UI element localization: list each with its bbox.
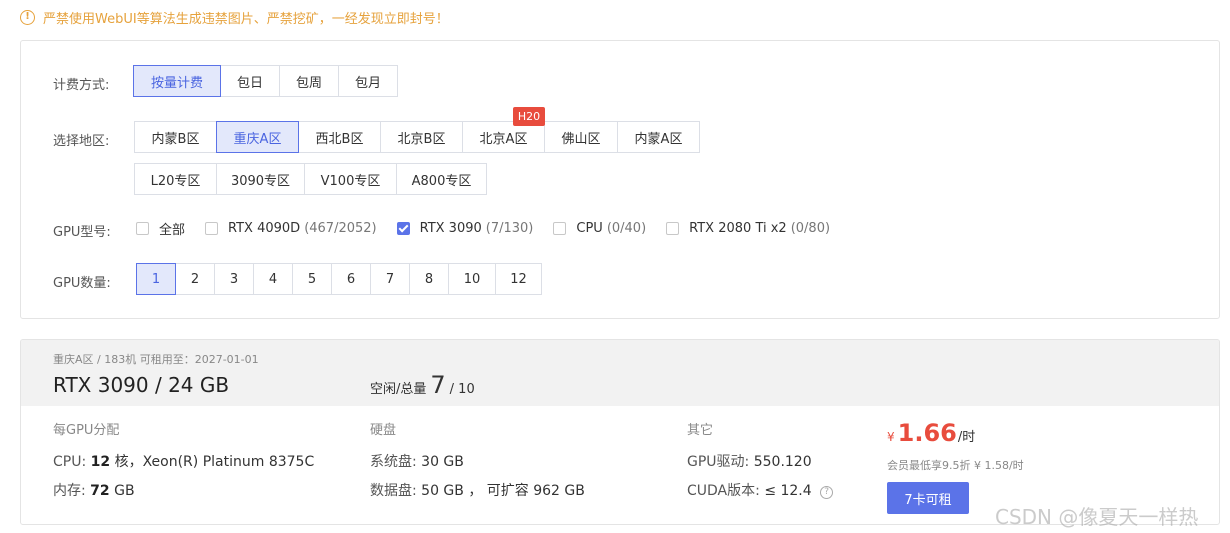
- memory-value: 72: [90, 483, 110, 499]
- gpu-count-option[interactable]: 12: [495, 263, 542, 295]
- warning-text: 严禁使用WebUI等算法生成违禁图片、严禁挖矿，一经发现立即封号！: [43, 11, 449, 27]
- other-heading: 其它: [687, 423, 714, 438]
- memory-unit: GB: [114, 483, 135, 499]
- gpu-driver-label: GPU驱动:: [687, 454, 750, 470]
- gpu-model-name: RTX 2080 Ti x2: [689, 221, 787, 236]
- gpu-model-options: 全部 RTX 4090D (467/2052) RTX 3090 (7/130)…: [136, 219, 850, 238]
- gpu-count-option-selected[interactable]: 1: [136, 263, 176, 295]
- region-option[interactable]: 内蒙A区: [617, 121, 700, 153]
- warning-banner: ! 严禁使用WebUI等算法生成违禁图片、严禁挖矿，一经发现立即封号！: [20, 7, 449, 27]
- cpu-spec: CPU: 12 核，Xeon(R) Platinum 8375C: [53, 451, 314, 471]
- cpu-label: CPU:: [53, 454, 87, 470]
- region-option[interactable]: 佛山区: [544, 121, 618, 153]
- cuda-value: ≤ 12.4: [764, 483, 812, 499]
- system-disk-label: 系统盘:: [370, 454, 417, 470]
- price-unit: /时: [957, 430, 976, 445]
- watermark: CSDN @像夏天一样热: [995, 505, 1199, 529]
- machine-sub-info: 重庆A区 / 183机 可租用至：2027-01-01: [53, 353, 259, 366]
- data-disk-value: 50 GB ， 可扩容 962 GB: [421, 483, 585, 499]
- gpu-model-count: (0/40): [606, 221, 647, 236]
- region-option[interactable]: 西北B区: [298, 121, 381, 153]
- gpu-model-option-cpu[interactable]: CPU (0/40): [553, 221, 646, 236]
- gpu-count-options: 1 2 3 4 5 6 7 8 10 12: [136, 263, 542, 295]
- gpu-model-option-rtx3090[interactable]: RTX 3090 (7/130): [396, 221, 534, 236]
- help-icon[interactable]: ?: [820, 485, 834, 499]
- billing-option-monthly[interactable]: 包月: [338, 65, 398, 97]
- gpu-model-label: GPU型号:: [53, 225, 111, 240]
- h20-badge: H20: [513, 107, 545, 126]
- idle-total: 空闲/总量 7 / 10: [370, 371, 475, 399]
- region-options-row1: 内蒙B区 重庆A区 西北B区 北京B区 北京A区 佛山区 内蒙A区: [134, 121, 700, 153]
- gpu-count-option[interactable]: 3: [214, 263, 254, 295]
- rent-button[interactable]: 7卡可租: [887, 482, 969, 514]
- gpu-model-count: (467/2052): [304, 221, 377, 236]
- total-count: / 10: [449, 382, 475, 397]
- gpu-count-label: GPU数量:: [53, 276, 111, 291]
- cuda-spec: CUDA版本: ≤ 12.4 ?: [687, 480, 834, 500]
- billing-label: 计费方式:: [53, 78, 110, 93]
- region-option[interactable]: A800专区: [396, 163, 487, 195]
- checkbox[interactable]: [553, 222, 567, 235]
- gpu-count-option[interactable]: 7: [370, 263, 410, 295]
- region-options-row2: L20专区 3090专区 V100专区 A800专区: [134, 163, 487, 195]
- gpu-model-name: RTX 4090D: [228, 221, 301, 236]
- billing-option-weekly[interactable]: 包周: [279, 65, 339, 97]
- region-label: 选择地区:: [53, 134, 110, 149]
- memory-label: 内存:: [53, 483, 86, 499]
- system-disk-value: 30 GB: [421, 454, 464, 470]
- system-disk-spec: 系统盘: 30 GB: [370, 451, 464, 471]
- region-option-selected[interactable]: 重庆A区: [216, 121, 299, 153]
- memory-spec: 内存: 72 GB: [53, 480, 135, 500]
- gpu-model-count: (0/80): [790, 221, 831, 236]
- billing-options: 按量计费 包日 包周 包月: [133, 65, 398, 97]
- gpu-driver-value: 550.120: [753, 454, 812, 470]
- checkbox-checked[interactable]: [396, 222, 410, 235]
- cuda-label: CUDA版本:: [687, 483, 760, 499]
- idle-label: 空闲/总量: [370, 382, 427, 397]
- data-disk-spec: 数据盘: 50 GB ， 可扩容 962 GB: [370, 480, 585, 500]
- per-gpu-heading: 每GPU分配: [53, 423, 120, 438]
- region-option[interactable]: 北京B区: [380, 121, 463, 153]
- region-option[interactable]: L20专区: [134, 163, 217, 195]
- filter-panel: 计费方式: 按量计费 包日 包周 包月 选择地区: 内蒙B区 重庆A区 西北B区…: [20, 40, 1220, 319]
- checkbox[interactable]: [205, 222, 219, 235]
- billing-option-daily[interactable]: 包日: [220, 65, 280, 97]
- gpu-model-name: CPU: [576, 221, 603, 236]
- machine-title: RTX 3090 / 24 GB: [53, 373, 230, 397]
- region-option[interactable]: 3090专区: [216, 163, 305, 195]
- gpu-count-option[interactable]: 10: [448, 263, 496, 295]
- gpu-model-option-rtx2080ti-x2[interactable]: RTX 2080 Ti x2 (0/80): [666, 221, 830, 236]
- gpu-driver-spec: GPU驱动: 550.120: [687, 451, 812, 471]
- gpu-count-option[interactable]: 4: [253, 263, 293, 295]
- data-disk-label: 数据盘:: [370, 483, 417, 499]
- checkbox[interactable]: [136, 222, 149, 235]
- gpu-count-option[interactable]: 5: [292, 263, 332, 295]
- machine-card: 重庆A区 / 183机 可租用至：2027-01-01 RTX 3090 / 2…: [20, 339, 1220, 525]
- gpu-model-name: 全部: [159, 223, 186, 238]
- gpu-model-option-rtx4090d[interactable]: RTX 4090D (467/2052): [205, 221, 377, 236]
- gpu-count-option[interactable]: 6: [331, 263, 371, 295]
- warning-icon: !: [20, 9, 35, 25]
- price: ¥ 1.66 /时: [887, 419, 975, 447]
- gpu-count-option[interactable]: 8: [409, 263, 449, 295]
- cpu-cores: 12: [90, 454, 111, 470]
- region-option[interactable]: 内蒙B区: [134, 121, 217, 153]
- gpu-model-count: (7/130): [485, 221, 534, 236]
- cpu-model: 核，Xeon(R) Platinum 8375C: [114, 454, 315, 470]
- region-option[interactable]: V100专区: [304, 163, 397, 195]
- gpu-model-option-all[interactable]: 全部: [136, 219, 185, 238]
- price-amount: 1.66: [897, 419, 957, 447]
- checkbox[interactable]: [666, 222, 680, 235]
- billing-option-pay-as-you-go[interactable]: 按量计费: [133, 65, 221, 97]
- idle-count: 7: [430, 371, 446, 399]
- member-discount-note: 会员最低享9.5折 ¥ 1.58/时: [887, 459, 1024, 472]
- gpu-model-name: RTX 3090: [419, 221, 482, 236]
- disk-heading: 硬盘: [370, 423, 397, 438]
- price-currency: ¥: [887, 430, 895, 444]
- gpu-count-option[interactable]: 2: [175, 263, 215, 295]
